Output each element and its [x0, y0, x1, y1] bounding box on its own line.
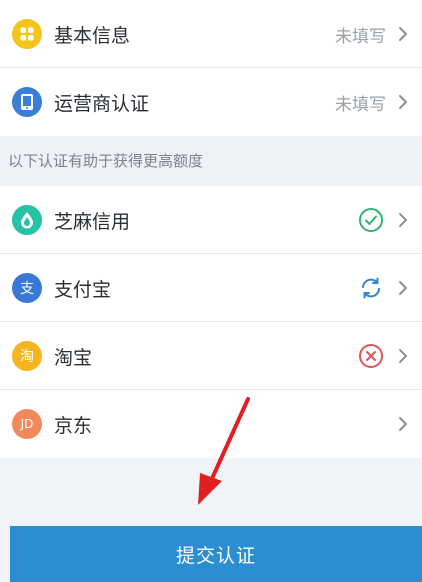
row-label: 淘宝	[54, 346, 93, 369]
optional-items-group: 芝麻信用 支 支付宝 淘 淘宝 JD 京东	[0, 186, 422, 458]
grid-icon	[12, 19, 42, 49]
alipay-icon: 支	[12, 273, 42, 303]
row-label: 运营商认证	[54, 92, 150, 115]
refresh-icon	[362, 277, 380, 299]
icon-glyph: JD	[20, 417, 34, 431]
taobao-icon: 淘	[12, 341, 42, 371]
chevron-right-icon	[399, 417, 407, 431]
phone-icon	[12, 87, 42, 117]
row-label: 京东	[54, 414, 93, 437]
chevron-right-icon	[399, 349, 407, 363]
row-basic-info[interactable]: 基本信息 未填写	[0, 0, 422, 68]
status-text: 未填写	[335, 94, 386, 115]
chevron-right-icon	[399, 27, 407, 41]
section-header: 以下认证有助于获得更高额度	[0, 136, 422, 186]
chevron-right-icon	[399, 213, 407, 227]
row-label: 芝麻信用	[54, 210, 131, 233]
icon-glyph: 支	[20, 281, 34, 297]
submit-auth-button[interactable]: 提交认证	[10, 526, 422, 582]
row-carrier-auth[interactable]: 运营商认证 未填写	[0, 68, 422, 136]
jd-icon: JD	[12, 409, 42, 439]
row-jd[interactable]: JD 京东	[0, 390, 422, 458]
chevron-right-icon	[399, 95, 407, 109]
check-circle-icon	[359, 208, 383, 232]
row-taobao[interactable]: 淘 淘宝	[0, 322, 422, 390]
x-circle-icon	[359, 344, 383, 368]
basic-items-group: 基本信息 未填写 运营商认证 未填写	[0, 0, 422, 136]
row-sesame-credit[interactable]: 芝麻信用	[0, 186, 422, 254]
sesame-icon	[12, 205, 42, 235]
status-text: 未填写	[335, 26, 386, 47]
row-label: 基本信息	[54, 24, 131, 47]
chevron-right-icon	[399, 281, 407, 295]
row-label: 支付宝	[54, 278, 112, 301]
icon-glyph: 淘	[20, 349, 34, 365]
submit-area: 提交认证	[10, 526, 422, 582]
row-alipay[interactable]: 支 支付宝	[0, 254, 422, 322]
